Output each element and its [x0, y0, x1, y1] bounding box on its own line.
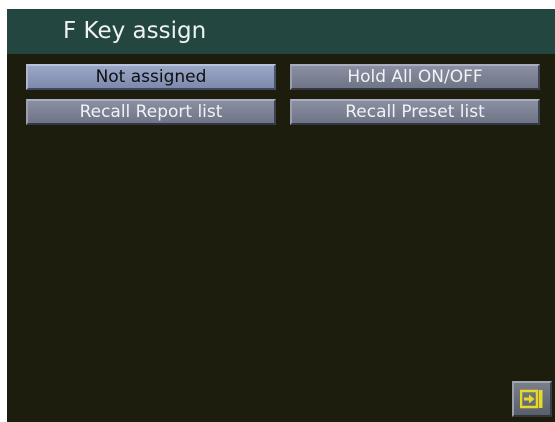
hold-all-on-off-button[interactable]: Hold All ON/OFF [290, 64, 540, 90]
title-bar: F Key assign [7, 9, 555, 54]
exit-icon [520, 389, 543, 409]
page-title: F Key assign [63, 18, 207, 44]
not-assigned-button[interactable]: Not assigned [26, 64, 276, 90]
screen: F Key assign Not assigned Hold All ON/OF… [7, 9, 555, 422]
recall-preset-list-button[interactable]: Recall Preset list [290, 99, 540, 125]
exit-button[interactable] [512, 381, 552, 417]
recall-report-list-button[interactable]: Recall Report list [26, 99, 276, 125]
